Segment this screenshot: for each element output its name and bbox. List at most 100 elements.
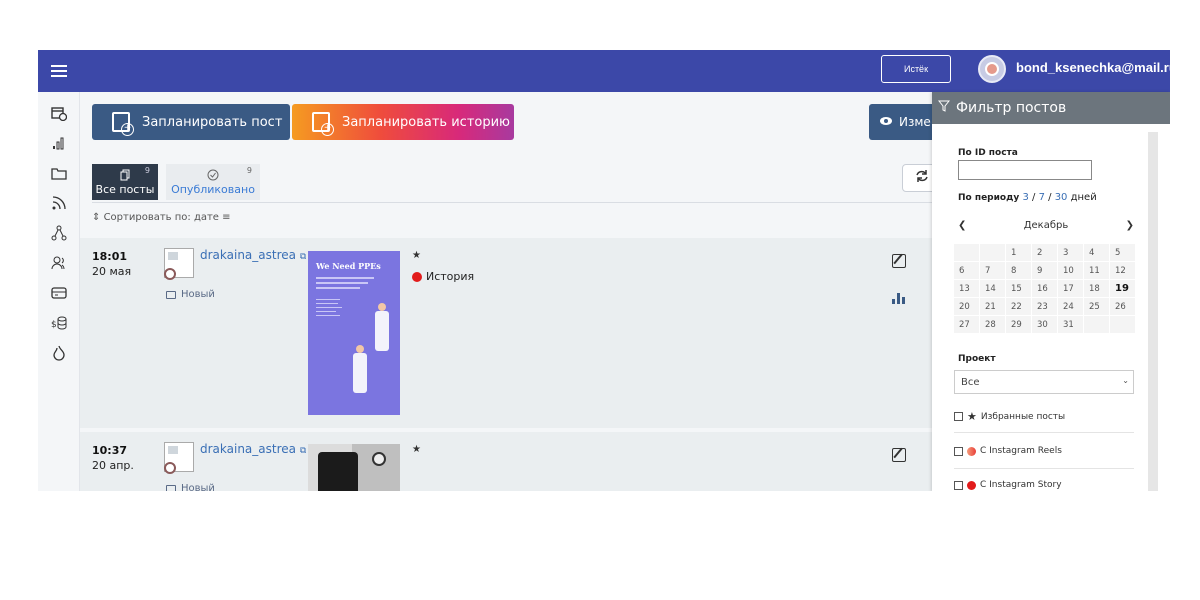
story-checkbox[interactable]: С Instagram Story (954, 480, 1062, 490)
calendar-day[interactable]: 15 (1006, 280, 1031, 297)
calendar-day[interactable]: 22 (1006, 298, 1031, 315)
money-icon[interactable]: $ (50, 314, 68, 332)
calendar-day[interactable]: 31 (1058, 316, 1083, 333)
change-button[interactable]: Изме (869, 104, 939, 140)
calendar-day[interactable]: 10 (1058, 262, 1083, 279)
calendar-day[interactable]: 21 (980, 298, 1005, 315)
divider (92, 202, 942, 203)
tab-published[interactable]: 9 Опубликовано (166, 164, 260, 200)
edit-icon[interactable] (892, 254, 906, 268)
calendar-day[interactable]: 4 (1084, 244, 1109, 261)
calendar-day[interactable]: 14 (980, 280, 1005, 297)
calendar-day[interactable]: 7 (980, 262, 1005, 279)
top-bar: Истёк bond_ksenechka@mail.ru (38, 50, 1170, 92)
stats-icon[interactable] (892, 292, 906, 304)
calendar-day[interactable]: 20 (954, 298, 979, 315)
refresh-icon (915, 169, 929, 187)
calendar-day[interactable]: 29 (1006, 316, 1031, 333)
favorites-checkbox[interactable]: ★ Избранные посты (954, 410, 1065, 423)
calendar-day[interactable]: 30 (1032, 316, 1057, 333)
calendar-day[interactable]: 24 (1058, 298, 1083, 315)
calendar-day[interactable]: 17 (1058, 280, 1083, 297)
calendar-day[interactable]: 16 (1032, 280, 1057, 297)
tab-all-posts[interactable]: 9 Все посты (92, 164, 158, 200)
avatar-face-icon (985, 62, 999, 76)
post-preview[interactable]: We Need PPEs (308, 251, 400, 415)
preview-background (352, 444, 400, 491)
rss-icon[interactable] (50, 194, 68, 212)
check-circle-icon (207, 169, 219, 183)
status-label: Новый (181, 289, 215, 300)
chevron-left-icon[interactable]: ❮ (958, 220, 966, 231)
project-select[interactable]: Все ⌄ (954, 370, 1134, 394)
sort-label: Сортировать по: дате (103, 212, 219, 223)
calendar-day[interactable]: 8 (1006, 262, 1031, 279)
scrollbar[interactable] (1148, 132, 1158, 491)
period-7-link[interactable]: 7 (1039, 192, 1045, 203)
user-email[interactable]: bond_ksenechka@mail.ru (1016, 60, 1170, 75)
divider (954, 468, 1134, 469)
period-separator: / (1048, 192, 1052, 203)
calendar-day[interactable]: 13 (954, 280, 979, 297)
external-link-icon: ⧉ (299, 252, 307, 262)
post-preview[interactable] (308, 444, 400, 491)
favorites-label: Избранные посты (980, 411, 1066, 422)
plan-story-button[interactable]: Запланировать историю (292, 104, 514, 140)
calendar-day[interactable]: 6 (954, 262, 979, 279)
card-icon[interactable] (50, 284, 68, 302)
story-dot-icon (967, 480, 976, 490)
star-icon[interactable]: ★ (412, 444, 421, 455)
status-badge: Новый (166, 289, 215, 300)
avatar[interactable] (978, 55, 1006, 83)
status-label: Новый (181, 483, 215, 491)
calendar-day[interactable]: 9 (1032, 262, 1057, 279)
account-link[interactable]: drakaina_astrea ⧉ (200, 248, 306, 262)
bar-chart-icon[interactable] (50, 134, 68, 152)
posts-panel: Запланировать пост Запланировать историю… (80, 92, 942, 491)
edit-icon[interactable] (892, 448, 906, 462)
calendar-day[interactable]: 23 (1032, 298, 1057, 315)
doctor-figure (375, 311, 389, 351)
star-icon[interactable]: ★ (412, 250, 421, 261)
calendar-day[interactable]: 12 (1110, 262, 1135, 279)
calendar-day[interactable]: 11 (1084, 262, 1109, 279)
calendar-day[interactable]: 27 (954, 316, 979, 333)
calendar-day[interactable]: 28 (980, 316, 1005, 333)
reels-label: С Instagram Reels (980, 446, 1062, 456)
preview-text-line (316, 299, 340, 300)
users-icon[interactable] (50, 254, 68, 272)
folder-icon[interactable] (50, 164, 68, 182)
preview-text-line (316, 303, 338, 304)
plan-post-button[interactable]: Запланировать пост (92, 104, 290, 140)
calendar-empty-cell (980, 244, 1005, 261)
reels-checkbox[interactable]: С Instagram Reels (954, 446, 1062, 456)
calendar-day[interactable]: 25 (1084, 298, 1109, 315)
calendar-day[interactable]: 3 (1058, 244, 1083, 261)
calendar-day[interactable]: 19 (1110, 280, 1135, 297)
tab-label: Все посты (95, 182, 155, 196)
sort-control[interactable]: ⇕ Сортировать по: дате ≡ (92, 212, 231, 223)
project-label: Проект (958, 354, 996, 364)
calendar-day[interactable]: 1 (1006, 244, 1031, 261)
calendar-clock-icon[interactable] (50, 104, 68, 122)
copy-icon (120, 169, 130, 183)
story-label: С Instagram Story (980, 480, 1062, 490)
post-type-tag: История (412, 270, 474, 283)
chevron-right-icon[interactable]: ❯ (1126, 220, 1134, 231)
calendar-day[interactable]: 2 (1032, 244, 1057, 261)
instagram-icon (164, 268, 176, 280)
network-icon[interactable] (50, 224, 68, 242)
calendar-day[interactable]: 5 (1110, 244, 1135, 261)
expired-button[interactable]: Истёк (881, 55, 951, 83)
checkbox[interactable] (954, 480, 963, 490)
checkbox[interactable] (954, 446, 963, 456)
fire-icon[interactable] (50, 344, 68, 362)
period-30-link[interactable]: 30 (1055, 192, 1068, 203)
period-3-link[interactable]: 3 (1022, 192, 1028, 203)
calendar-day[interactable]: 18 (1084, 280, 1109, 297)
post-id-input[interactable] (958, 160, 1092, 180)
calendar-day[interactable]: 26 (1110, 298, 1135, 315)
menu-icon[interactable] (38, 50, 80, 92)
account-link[interactable]: drakaina_astrea ⧉ (200, 442, 306, 456)
checkbox[interactable] (954, 412, 963, 421)
